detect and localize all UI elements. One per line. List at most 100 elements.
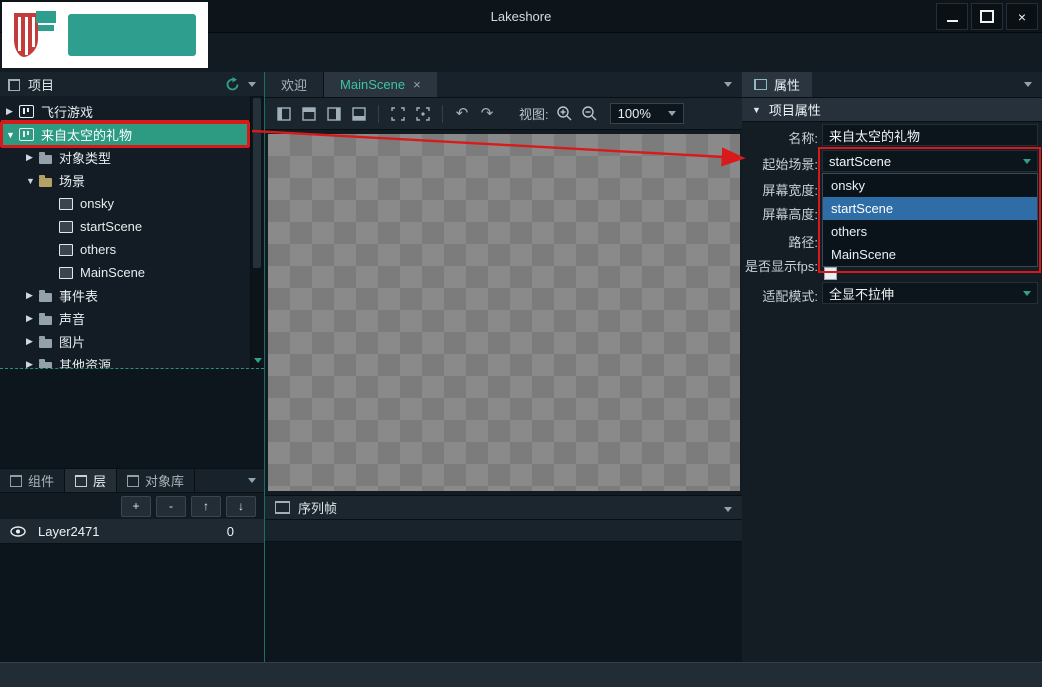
- tab-components[interactable]: 组件: [0, 469, 65, 492]
- tab-close-icon[interactable]: ×: [413, 77, 421, 92]
- tree-item-scene-others[interactable]: others: [0, 238, 250, 261]
- expander-icon[interactable]: ▶: [26, 336, 39, 347]
- zoom-level-select[interactable]: 100%: [610, 103, 684, 124]
- project-tree: ▶ 飞行游戏 ▼ 来自太空的礼物 ▶ 对象类型 ▼ 场景 onsky start: [0, 96, 250, 368]
- align-top-icon[interactable]: [300, 105, 318, 123]
- tab-object-library[interactable]: 对象库: [117, 469, 195, 492]
- folder-open-icon: [39, 178, 52, 187]
- zoom-in-icon[interactable]: [556, 105, 574, 123]
- undo-button[interactable]: ↶: [453, 105, 471, 123]
- align-bottom-icon[interactable]: [350, 105, 368, 123]
- tab-properties[interactable]: 属性: [742, 72, 812, 97]
- tree-item-scene-mainscene[interactable]: MainScene: [0, 261, 250, 284]
- redo-icon: ↷: [481, 106, 494, 121]
- project-properties-section[interactable]: ▼ 项目属性: [742, 98, 1042, 122]
- sequence-frames-header[interactable]: 序列帧: [265, 495, 742, 520]
- tree-item-scenes-folder[interactable]: ▼ 场景: [0, 169, 250, 192]
- tree-item-object-types[interactable]: ▶ 对象类型: [0, 146, 250, 169]
- dropdown-caret-icon[interactable]: [1023, 159, 1031, 164]
- layer-controls: + - ↑ ↓: [0, 493, 264, 519]
- board-icon: [19, 105, 34, 118]
- screen-width-label: 屏幕宽度:: [740, 180, 818, 199]
- expander-icon[interactable]: ▶: [6, 106, 19, 117]
- scrollbar-thumb[interactable]: [253, 98, 261, 268]
- fps-checkbox[interactable]: [824, 267, 837, 280]
- sequence-frames-caret-icon[interactable]: [724, 507, 732, 512]
- visibility-icon[interactable]: [10, 526, 26, 537]
- expander-icon[interactable]: ▶: [26, 313, 39, 324]
- arrow-down-icon: ↓: [238, 499, 244, 513]
- move-layer-down-button[interactable]: ↓: [226, 496, 256, 517]
- minimize-button[interactable]: [936, 3, 968, 30]
- zoom-caret-icon: [668, 111, 676, 116]
- tree-item-label: MainScene: [80, 265, 145, 280]
- tree-item-other-resources[interactable]: ▶ 其他资源: [0, 353, 250, 368]
- tree-item-game-2-selected[interactable]: ▼ 来自太空的礼物: [0, 123, 250, 146]
- board-icon: [19, 128, 34, 141]
- components-icon: [10, 475, 22, 487]
- name-field[interactable]: 来自太空的礼物: [822, 124, 1038, 146]
- align-right-icon[interactable]: [325, 105, 343, 123]
- scene-icon: [59, 221, 73, 233]
- tree-item-scene-onsky[interactable]: onsky: [0, 192, 250, 215]
- fit-mode-dropdown[interactable]: 全显不拉伸: [822, 282, 1038, 304]
- expander-icon[interactable]: ▶: [26, 359, 39, 368]
- tree-item-images[interactable]: ▶ 图片: [0, 330, 250, 353]
- tree-item-game-1[interactable]: ▶ 飞行游戏: [0, 100, 250, 123]
- start-scene-dropdown[interactable]: startScene: [822, 150, 1038, 172]
- tree-item-sounds[interactable]: ▶ 声音: [0, 307, 250, 330]
- remove-layer-button[interactable]: -: [156, 496, 186, 517]
- toolbar-separator: [442, 105, 443, 123]
- move-layer-up-button[interactable]: ↑: [191, 496, 221, 517]
- dropdown-caret-icon[interactable]: [1023, 291, 1031, 296]
- properties-menu-caret-icon[interactable]: [1024, 82, 1032, 87]
- app-window: Lakeshore × 项目 ▶: [0, 0, 1042, 687]
- expander-icon[interactable]: ▶: [26, 290, 39, 301]
- project-icon: [8, 79, 20, 91]
- expander-icon[interactable]: ▼: [26, 176, 39, 186]
- fit-selection-icon[interactable]: [389, 105, 407, 123]
- toolbar-separator: [378, 105, 379, 123]
- redo-button[interactable]: ↷: [478, 105, 496, 123]
- refresh-icon[interactable]: [225, 77, 240, 92]
- fit-canvas-icon[interactable]: [414, 105, 432, 123]
- tab-welcome[interactable]: 欢迎: [265, 72, 324, 97]
- maximize-button[interactable]: [971, 3, 1003, 30]
- tabbar-menu-caret-icon[interactable]: [248, 478, 256, 483]
- option-mainscene[interactable]: MainScene: [823, 243, 1037, 266]
- scene-icon: [59, 244, 73, 256]
- screen-height-label: 屏幕高度:: [740, 204, 818, 223]
- option-startscene-selected[interactable]: startScene: [823, 197, 1037, 220]
- project-menu-caret-icon[interactable]: [248, 82, 256, 87]
- maximize-icon: [980, 10, 994, 23]
- sequence-frames-title: 序列帧: [298, 498, 337, 517]
- option-onsky[interactable]: onsky: [823, 174, 1037, 197]
- tree-item-label: 场景: [59, 171, 85, 190]
- tree-item-label: 对象类型: [59, 148, 111, 167]
- scene-toolbar: ↶ ↷ 视图: 100%: [265, 98, 742, 130]
- add-layer-button[interactable]: +: [121, 496, 151, 517]
- expander-icon[interactable]: ▶: [26, 152, 39, 163]
- layer-list-item[interactable]: Layer2471 0: [0, 519, 264, 544]
- close-button[interactable]: ×: [1006, 3, 1038, 30]
- scroll-down-button[interactable]: [251, 354, 265, 367]
- tree-item-event-sheets[interactable]: ▶ 事件表: [0, 284, 250, 307]
- sequence-frames-track[interactable]: [265, 520, 742, 542]
- align-left-icon[interactable]: [275, 105, 293, 123]
- tab-mainscene[interactable]: MainScene ×: [324, 72, 437, 97]
- tree-item-label: 其他资源: [59, 355, 111, 368]
- option-others[interactable]: others: [823, 220, 1037, 243]
- collapse-icon[interactable]: ▼: [752, 105, 761, 115]
- scene-canvas[interactable]: [268, 134, 740, 491]
- expander-icon[interactable]: ▼: [6, 130, 19, 140]
- name-label: 名称:: [740, 128, 818, 147]
- logo-band: [68, 14, 196, 56]
- properties-icon: [754, 79, 767, 90]
- tree-item-scene-startscene[interactable]: startScene: [0, 215, 250, 238]
- minus-icon: -: [169, 499, 173, 513]
- zoom-out-icon[interactable]: [581, 105, 599, 123]
- tab-label: 组件: [28, 471, 54, 490]
- tab-layers[interactable]: 层: [65, 469, 117, 492]
- tree-scrollbar[interactable]: [250, 96, 264, 368]
- tab-list-caret-icon[interactable]: [724, 82, 732, 87]
